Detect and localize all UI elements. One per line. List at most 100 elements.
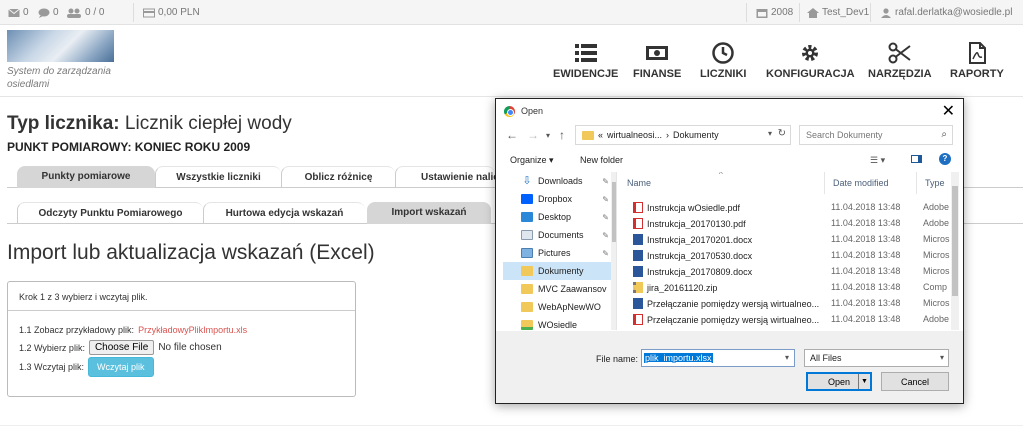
user-email: rafal.derlatka@wosiedle.pl [895,7,1013,18]
file-row[interactable]: Instrukcja_20170201.docx 11.04.2018 13:4… [619,231,951,247]
new-folder-button[interactable]: New folder [580,155,623,165]
file-row[interactable]: Instrukcja_20170809.docx 11.04.2018 13:4… [619,263,951,279]
pin-icon[interactable]: ✎ [602,195,609,204]
path-segment-parent[interactable]: wirtualneosi... [607,130,662,140]
nav-dropbox[interactable]: Dropbox ✎ [503,190,611,208]
nav-konfiguracja[interactable]: KONFIGURACJA [766,42,855,80]
step-3: 1.3 Wczytaj plik: Wczytaj plik [19,357,154,377]
file-type: Adobe [923,202,950,212]
file-type-filter-value: All Files [810,353,842,363]
choose-file-button[interactable]: Choose File [88,340,155,355]
users-indicator[interactable]: 0 / 0 [66,7,104,18]
scrollbar-thumb[interactable] [612,182,616,242]
folder-icon [521,302,533,312]
database-selector[interactable]: Test_Dev1 [807,7,869,18]
file-row[interactable]: Instrukcja_20170530.docx 11.04.2018 13:4… [619,247,951,263]
help-icon[interactable]: ? [939,153,951,165]
address-dropdown-icon[interactable]: ▾ [768,129,772,138]
wallet-icon [143,8,155,17]
tab-wszystkie-liczniki[interactable]: Wszystkie liczniki [155,166,281,188]
nav-mvc-zaawansowane[interactable]: MVC Zaawansov [503,280,611,298]
nav-dokumenty[interactable]: Dokumenty [503,262,611,280]
nav-ewidencje[interactable]: EWIDENCJE [553,42,618,80]
pin-icon[interactable]: ✎ [602,249,609,258]
file-name-input[interactable]: plik_importu.xlsx ▾ [641,349,795,367]
balance-indicator[interactable]: 0,00 PLN [143,7,200,18]
tab-ustawienie-naliczen[interactable]: Ustawienie nalic [395,166,495,188]
nav-narzedzia[interactable]: NARZĘDZIA [868,42,932,80]
pin-icon[interactable]: ✎ [602,177,609,186]
forward-arrow-icon[interactable]: → [527,128,539,142]
file-type: Adobe [923,218,950,228]
mail-indicator[interactable]: 0 [8,7,29,18]
file-type-filter[interactable]: All Files ▾ [804,349,949,367]
organize-button[interactable]: Organize ▾ [510,155,554,166]
file-row[interactable]: jira_20161120.zip 11.04.2018 13:48 Comp [619,279,951,295]
tab-import-wskazan[interactable]: Import wskazań [367,202,491,224]
column-type[interactable]: Type [917,172,951,194]
back-arrow-icon[interactable]: ← [506,128,518,142]
nav-pictures[interactable]: Pictures ✎ [503,244,611,262]
sample-file-link[interactable]: PrzykładowyPlikImportu.xls [138,325,247,335]
chrome-icon [504,105,515,117]
open-button[interactable]: Open ▼ [806,372,872,391]
chat-indicator[interactable]: 0 [38,7,59,18]
view-options-icon[interactable]: ☰ ▾ [870,155,885,166]
chevron-down-icon[interactable]: ▾ [784,353,790,362]
file-row[interactable]: Instrukcja wOsiedle.pdf 11.04.2018 13:48… [619,199,951,215]
path-prefix: « [598,130,604,140]
users-icon [67,8,81,18]
nav-label: NARZĘDZIA [868,68,932,80]
nav-webapnewwo[interactable]: WebApNewWO [503,298,611,316]
tab-odczyty-punktu[interactable]: Odczyty Punktu Pomiarowego [17,202,203,224]
recent-chevron-down-icon[interactable]: ▾ [546,131,550,140]
dialog-title: Open [521,106,544,116]
nav-documents[interactable]: Documents ✎ [503,226,611,244]
file-row[interactable]: Przełączanie pomiędzy wersją wirtualneo.… [619,295,951,311]
preview-pane-icon[interactable] [911,155,922,165]
mail-count: 0 [23,7,29,18]
nav-scrollbar[interactable] [611,172,616,330]
nav-finanse[interactable]: FINANSE [633,42,681,80]
refresh-icon[interactable]: ↻ [778,128,786,139]
file-date: 11.04.2018 13:48 [831,234,901,244]
nav-label: EWIDENCJE [553,68,619,80]
tab-punkty-pomiarowe[interactable]: Punkty pomiarowe [17,166,155,188]
scrollbar-thumb[interactable] [952,186,958,296]
upload-file-button[interactable]: Wczytaj plik [88,357,154,377]
nav-liczniki[interactable]: LICZNIKI [700,42,746,80]
up-arrow-icon[interactable]: ↑ [559,128,565,142]
close-icon[interactable]: ✕ [942,101,955,121]
file-name: jira_20161120.zip [647,282,718,293]
open-split-chevron-down-icon[interactable]: ▼ [858,374,870,389]
file-date: 11.04.2018 13:48 [831,202,901,212]
nav-label: KONFIGURACJA [766,68,855,80]
file-row[interactable]: Przełączanie pomiędzy wersją wirtualneo.… [619,311,951,327]
nav-wosiedle[interactable]: WOsiedle [503,316,611,330]
user-menu[interactable]: rafal.derlatka@wosiedle.pl [880,7,1012,18]
path-segment-current[interactable]: Dokumenty [673,130,719,140]
pin-icon[interactable]: ✎ [602,213,609,222]
nav-desktop[interactable]: Desktop ✎ [503,208,611,226]
pin-icon[interactable]: ✎ [602,231,609,240]
nav-downloads[interactable]: ⇩ Downloads ✎ [503,172,611,190]
tab-hurtowa-edycja[interactable]: Hurtowa edycja wskazań [203,202,365,224]
column-date-modified[interactable]: Date modified [825,172,917,194]
cancel-button[interactable]: Cancel [881,372,949,391]
pictures-icon [521,248,533,258]
nav-raporty[interactable]: RAPORTY [950,42,1004,80]
step-1: 1.1 Zobacz przykładowy plik: Przykładowy… [19,325,247,335]
nav-label: Desktop [538,212,572,222]
address-bar[interactable]: « wirtualneosi... › Dokumenty ▾ ↻ [575,125,791,145]
tab-oblicz-roznice[interactable]: Oblicz różnicę [281,166,395,188]
file-row[interactable]: Instrukcja_20170130.pdf 11.04.2018 13:48… [619,215,951,231]
logo-image[interactable] [7,30,114,62]
file-list-scrollbar[interactable] [951,172,959,330]
search-input[interactable]: Search Dokumenty ⌕ [799,125,953,145]
year-selector[interactable]: 2008 [756,7,793,18]
file-type: Micros [923,250,950,260]
mail-icon [8,8,20,17]
dialog-title-bar[interactable]: Open ✕ [496,99,963,123]
database-value: Test_Dev1 [822,7,870,18]
word-file-icon [633,298,643,309]
